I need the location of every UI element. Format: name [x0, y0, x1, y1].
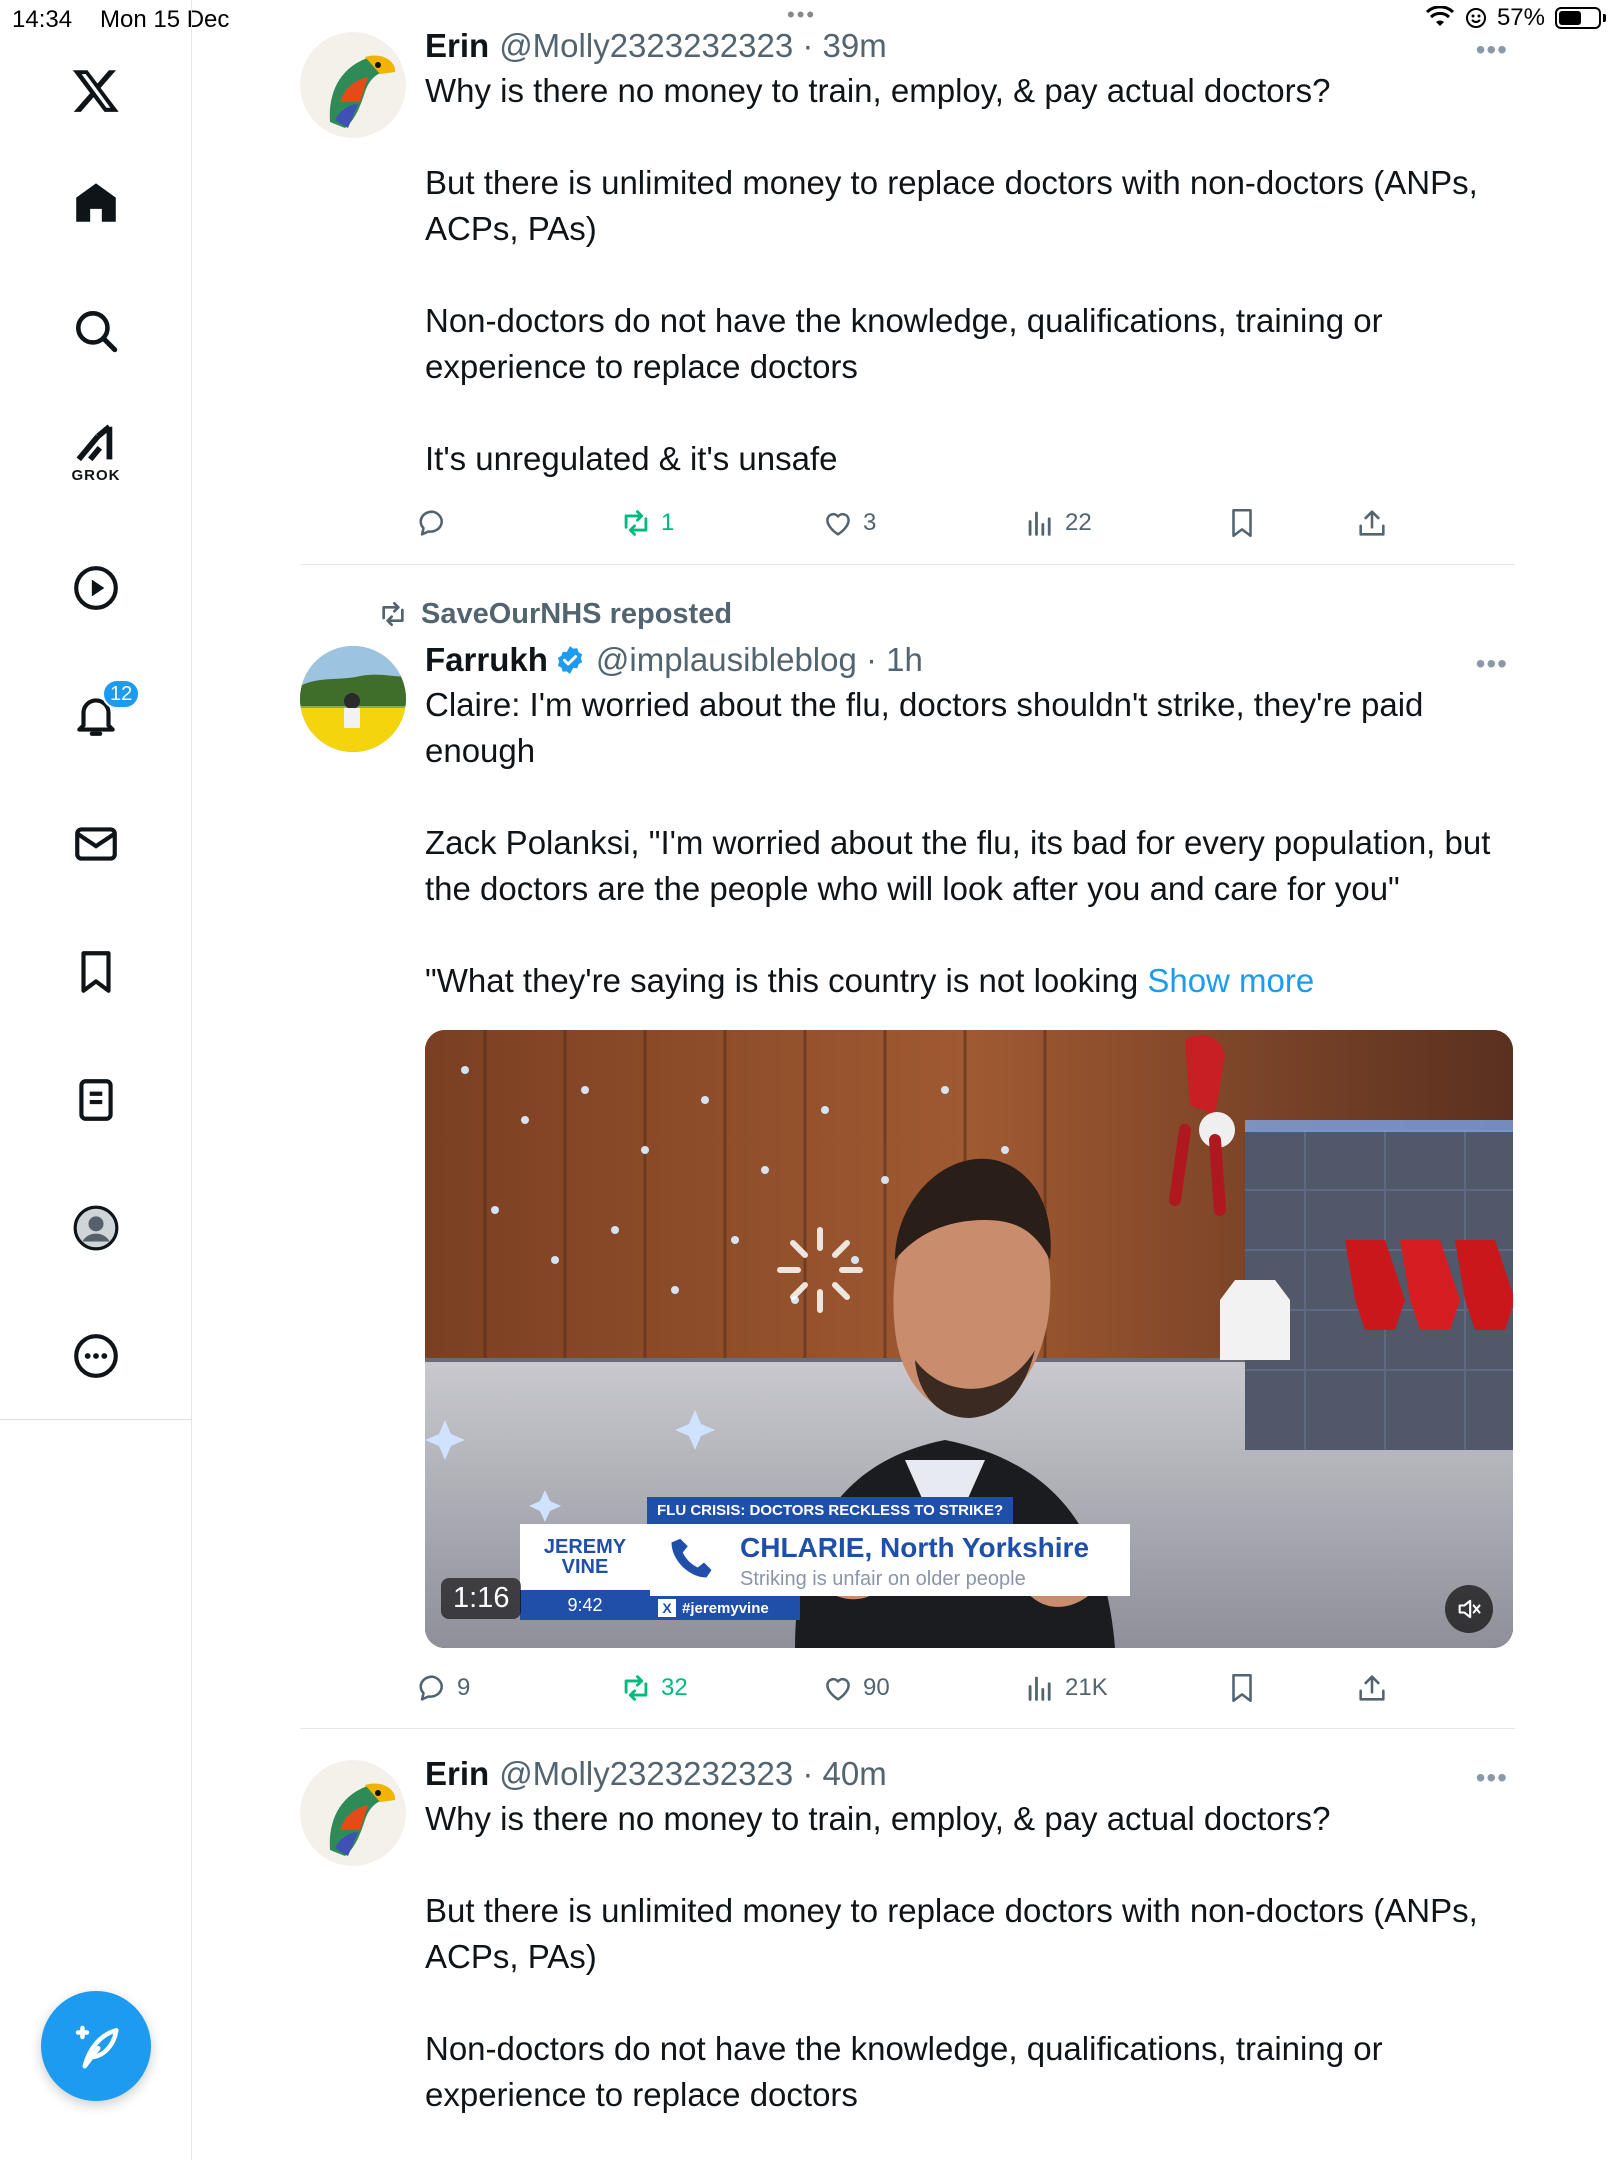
tweet-header: Farrukh @implausibleblog · 1h: [425, 638, 1513, 682]
tweet-body: Erin @Molly2323232323 · 39m Why is there…: [425, 24, 1513, 482]
caller-name: CHLARIE, North Yorkshire: [740, 1532, 1090, 1563]
bookmark-icon: [1232, 1673, 1252, 1703]
heart-icon: [826, 512, 850, 536]
tweet-body: Farrukh @implausibleblog · 1h Claire: I'…: [425, 638, 1513, 1004]
video-player[interactable]: FLU CRISIS: DOCTORS RECKLESS TO STRIKE? …: [425, 1030, 1513, 1648]
views-button[interactable]: 22: [1023, 503, 1092, 543]
avatar[interactable]: [300, 646, 406, 752]
avatar[interactable]: [300, 1760, 406, 1866]
caller-subtitle: Striking is unfair on older people: [740, 1568, 1026, 1590]
share-icon: [1359, 1675, 1385, 1701]
mute-toggle-button[interactable]: [1445, 1585, 1493, 1633]
like-button[interactable]: 3: [821, 503, 876, 543]
author-handle-time[interactable]: @implausibleblog · 1h: [596, 641, 923, 679]
repost-icon: [624, 510, 648, 536]
tweet-more-icon[interactable]: •••: [1476, 648, 1508, 680]
compose-post-button[interactable]: [41, 1991, 151, 2101]
views-chart-icon: [1028, 1676, 1051, 1701]
author-handle-time[interactable]: @Molly2323232323 · 40m: [499, 1755, 887, 1793]
tweet-body: Erin @Molly2323232323 · 40m Why is there…: [425, 1752, 1513, 2118]
bookmark-button[interactable]: [1225, 1668, 1259, 1708]
tweet-text: Claire: I'm worried about the flu, docto…: [425, 682, 1513, 1004]
sidebar: GROK 12: [0, 0, 192, 2160]
grok-icon[interactable]: GROK: [56, 415, 136, 495]
broadcast-hashtag: X #jeremyvine: [650, 1596, 800, 1620]
repost-button[interactable]: 32: [619, 1668, 688, 1708]
bookmark-button[interactable]: [1225, 503, 1259, 543]
show-more-link[interactable]: Show more: [1147, 962, 1314, 999]
messages-envelope-icon[interactable]: [56, 804, 136, 884]
share-button[interactable]: [1355, 1668, 1389, 1708]
video-icon[interactable]: [56, 548, 136, 628]
show-logo: JEREMY VINE: [520, 1524, 650, 1590]
tweet-actions: 9 32 90 21K: [419, 1668, 1515, 1708]
author-name[interactable]: Erin: [425, 27, 489, 65]
view-count: 21K: [1065, 1674, 1108, 1701]
tweet[interactable]: Farrukh @implausibleblog · 1h Claire: I'…: [300, 638, 1508, 1018]
tweet-text: Why is there no money to train, employ, …: [425, 1800, 1478, 2113]
hashtag-text: #jeremyvine: [682, 1599, 769, 1617]
reposted-by-label: SaveOurNHS reposted: [421, 597, 733, 630]
repost-context-icon: [382, 602, 404, 626]
share-icon: [1359, 510, 1385, 536]
profile-avatar-icon[interactable]: [56, 1188, 136, 1268]
tweet-text-body: Claire: I'm worried about the flu, docto…: [425, 686, 1491, 999]
avatar[interactable]: [300, 32, 406, 138]
like-button[interactable]: 90: [821, 1668, 890, 1708]
sidebar-divider: [0, 1419, 192, 1420]
repost-icon: [624, 1675, 648, 1701]
news-ticker-tag: FLU CRISIS: DOCTORS RECKLESS TO STRIKE?: [647, 1497, 1014, 1524]
timeline-feed: Erin @Molly2323232323 · 39m Why is there…: [192, 0, 1620, 2160]
speaker-muted-icon: [1458, 1599, 1481, 1619]
tweet-divider: [300, 564, 1515, 565]
tweet[interactable]: Erin @Molly2323232323 · 39m Why is there…: [300, 24, 1508, 564]
repost-count: 1: [661, 509, 675, 536]
like-count: 3: [863, 509, 877, 536]
tweet-more-icon[interactable]: •••: [1476, 1762, 1508, 1794]
search-icon[interactable]: [56, 291, 136, 371]
more-options-icon[interactable]: [56, 1316, 136, 1396]
view-count: 22: [1065, 509, 1092, 536]
repost-context[interactable]: SaveOurNHS reposted: [377, 594, 732, 634]
views-chart-icon: [1028, 511, 1051, 536]
home-icon[interactable]: [56, 163, 136, 243]
reply-button[interactable]: 9: [415, 1668, 470, 1708]
tweet-header: Erin @Molly2323232323 · 39m: [425, 24, 1513, 68]
author-handle-time[interactable]: @Molly2323232323 · 39m: [499, 27, 887, 65]
broadcast-clock: 9:42: [520, 1590, 650, 1620]
tweet-header: Erin @Molly2323232323 · 40m: [425, 1752, 1513, 1796]
tweet[interactable]: Erin @Molly2323232323 · 40m Why is there…: [300, 1752, 1508, 2160]
verified-badge-icon: [557, 646, 583, 674]
grok-label: GROK: [71, 467, 121, 484]
tweet-more-icon[interactable]: •••: [1476, 34, 1508, 66]
share-button[interactable]: [1355, 503, 1389, 543]
like-count: 90: [863, 1674, 890, 1701]
reply-button[interactable]: [415, 503, 457, 543]
bookmarks-icon[interactable]: [56, 932, 136, 1012]
caller-caption: CHLARIE, North Yorkshire Striking is unf…: [650, 1524, 1130, 1596]
repost-button[interactable]: 1: [619, 503, 674, 543]
x-small-icon: X: [658, 1599, 676, 1617]
repost-count: 32: [661, 1674, 688, 1701]
x-logo-icon[interactable]: [56, 50, 136, 130]
notification-badge: 12: [102, 679, 141, 709]
tweet-text: Why is there no money to train, employ, …: [425, 72, 1478, 477]
tweet-divider: [300, 1728, 1515, 1729]
views-button[interactable]: 21K: [1023, 1668, 1108, 1708]
reply-count: 9: [457, 1674, 471, 1701]
reply-icon: [419, 1675, 443, 1701]
phone-icon: [671, 1538, 712, 1578]
bookmark-icon: [1232, 508, 1252, 538]
author-name[interactable]: Erin: [425, 1755, 489, 1793]
compose-feather-icon: [75, 2025, 119, 2069]
heart-icon: [826, 1677, 850, 1701]
lists-icon[interactable]: [56, 1060, 136, 1140]
notifications-bell-icon[interactable]: 12: [56, 675, 141, 755]
tweet-actions: 1 3 22: [419, 503, 1515, 543]
video-duration: 1:16: [441, 1578, 522, 1619]
author-name[interactable]: Farrukh: [425, 641, 548, 679]
reply-icon: [419, 510, 443, 536]
